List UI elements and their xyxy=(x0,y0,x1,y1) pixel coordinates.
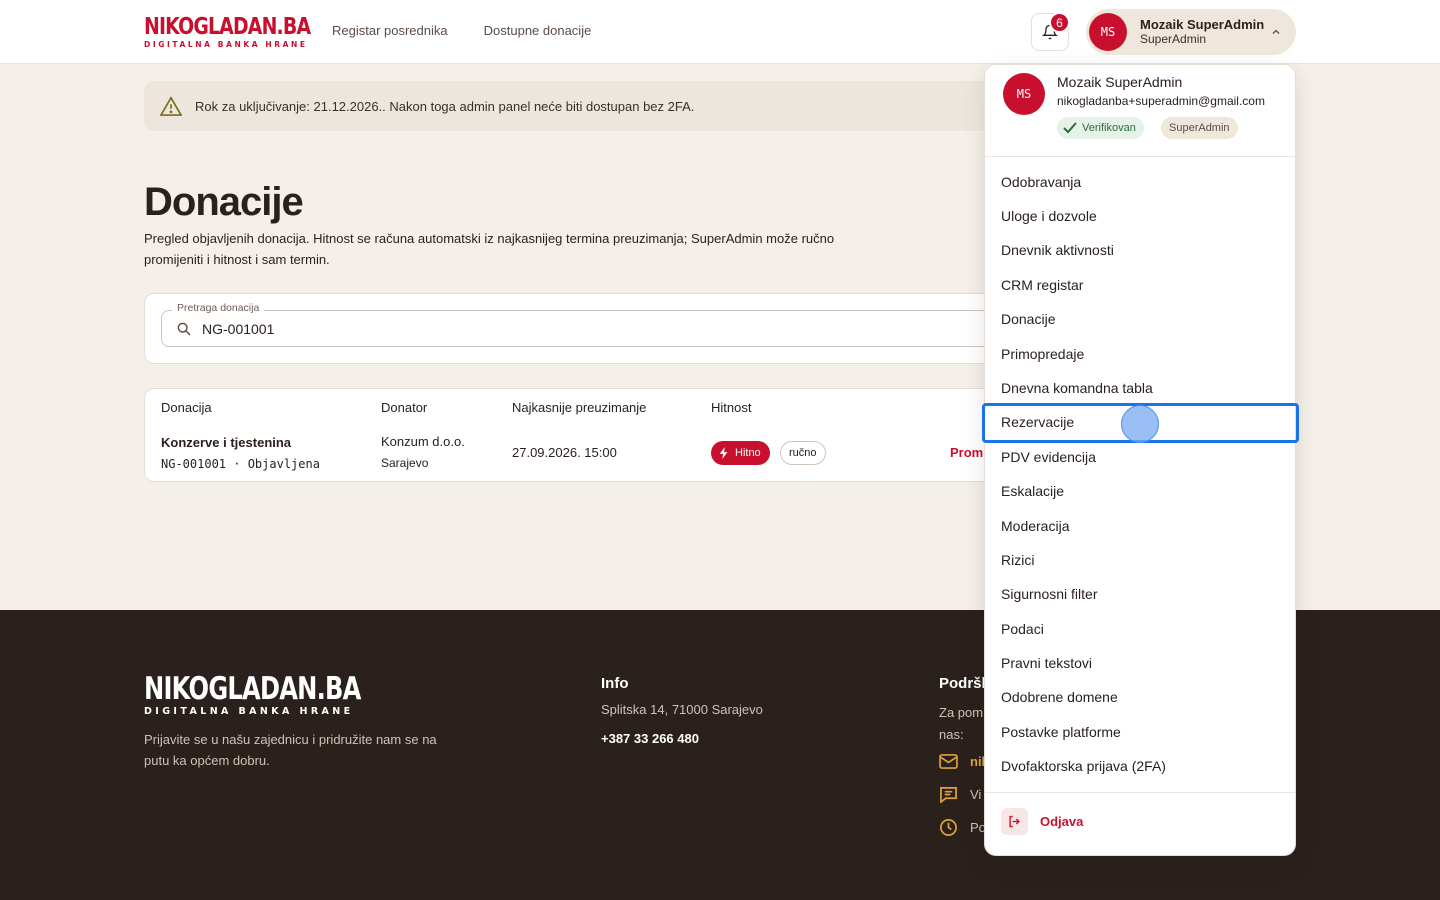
menu-item-primopredaje[interactable]: Primopredaje xyxy=(1001,344,1084,364)
urgency-label: Hitno xyxy=(735,447,761,459)
footer-support-title: Podršk xyxy=(939,675,990,692)
avatar: MS xyxy=(1003,73,1045,115)
pickup-deadline: 27.09.2026. 15:00 xyxy=(512,445,617,460)
footer-phone[interactable]: +387 33 266 480 xyxy=(601,731,699,746)
mail-icon xyxy=(939,754,958,769)
footer-info-title: Info xyxy=(601,675,629,692)
menu-item-pdv-evidencija[interactable]: PDV evidencija xyxy=(1001,447,1096,467)
donation-code: NG-001001 · Objavljena xyxy=(161,457,320,471)
urgency-badge: Hitno xyxy=(711,441,770,465)
user-menu-button[interactable]: MS Mozaik SuperAdmin SuperAdmin xyxy=(1086,9,1296,55)
menu-item-eskalacije[interactable]: Eskalacije xyxy=(1001,481,1064,501)
avatar: MS xyxy=(1089,13,1127,51)
top-header: NIKOGLADAN.BA DIGITALNA BANKA HRANE Regi… xyxy=(0,0,1440,64)
page-description: Pregled objavljenih donacija. Hitnost se… xyxy=(144,231,835,267)
alert-text: Rok za uključivanje: 21.12.2026.. Nakon … xyxy=(195,98,695,114)
user-name: Mozaik SuperAdmin xyxy=(1140,17,1265,32)
menu-item-odobravanja[interactable]: Odobravanja xyxy=(1001,172,1081,192)
column-header-hitnost: Hitnost xyxy=(711,400,752,415)
logo-part-b: GLADAN.BA xyxy=(193,14,311,40)
clock-icon xyxy=(940,819,957,836)
footer-chat-text: Vi xyxy=(970,787,982,802)
donation-title: Konzerve i tjestenina xyxy=(161,435,292,450)
verified-badge: Verifikovan xyxy=(1057,117,1144,139)
user-role: SuperAdmin xyxy=(1140,32,1207,46)
footer-address: Splitska 14, 71000 Sarajevo xyxy=(601,702,763,717)
footer-hours: Po xyxy=(939,818,986,837)
divider xyxy=(985,792,1295,793)
site-logo[interactable]: NIKOGLADAN.BA DIGITALNA BANKA HRANE xyxy=(144,14,347,50)
column-header-donator: Donator xyxy=(381,400,428,415)
donor-name: Konzum d.o.o. xyxy=(381,434,465,449)
footer-logo-text: NIKOGLADAN.BA xyxy=(144,671,361,707)
search-icon xyxy=(177,322,191,336)
dropdown-user-name: Mozaik SuperAdmin xyxy=(1057,74,1183,90)
warning-icon xyxy=(160,96,182,116)
menu-item-uloge-i-dozvole[interactable]: Uloge i dozvole xyxy=(1001,206,1097,226)
lightning-icon xyxy=(719,447,728,459)
chat-icon xyxy=(940,787,957,803)
cursor-indicator xyxy=(1121,405,1159,443)
notification-count-badge: 6 xyxy=(1049,12,1070,33)
footer-chat-link[interactable]: Vi xyxy=(939,786,981,803)
logo-subtitle: DIGITALNA BANKA HRANE xyxy=(144,40,308,49)
divider xyxy=(985,156,1295,157)
dropdown-user-email: nikogladanba+superadmin@gmail.com xyxy=(1057,94,1265,108)
menu-item-odobrene-domene[interactable]: Odobrene domene xyxy=(1001,687,1118,707)
check-icon xyxy=(1063,122,1077,134)
search-value: NG-001001 xyxy=(202,320,275,337)
menu-item-moderacija[interactable]: Moderacija xyxy=(1001,516,1069,536)
search-input[interactable]: Pretraga donacija NG-001001 xyxy=(161,302,1061,347)
change-urgency-link[interactable]: Promi xyxy=(950,445,987,460)
footer-email-text: nil xyxy=(970,754,986,769)
search-label: Pretraga donacija xyxy=(172,302,265,314)
menu-item-2fa[interactable]: Dvofaktorska prijava (2FA) xyxy=(1001,756,1166,776)
menu-item-crm-registar[interactable]: CRM registar xyxy=(1001,275,1083,295)
menu-item-podaci[interactable]: Podaci xyxy=(1001,619,1044,639)
verified-label: Verifikovan xyxy=(1082,122,1136,134)
nav-registar-posrednika[interactable]: Registar posrednika xyxy=(332,23,448,38)
menu-item-donacije[interactable]: Donacije xyxy=(1001,309,1055,329)
footer-logo-subtitle: DIGITALNA BANKA HRANE xyxy=(144,706,354,717)
menu-item-pravni-tekstovi[interactable]: Pravni tekstovi xyxy=(1001,653,1092,673)
menu-item-postavke-platforme[interactable]: Postavke platforme xyxy=(1001,722,1121,742)
page-title: Donacije xyxy=(144,180,304,224)
menu-item-rizici[interactable]: Rizici xyxy=(1001,550,1034,570)
menu-item-dnevna-komandna-tabla[interactable]: Dnevna komandna tabla xyxy=(1001,378,1153,398)
logo-part-a: NIKO xyxy=(144,14,194,40)
column-header-najkasnije: Najkasnije preuzimanje xyxy=(512,400,647,415)
menu-item-sigurnosni-filter[interactable]: Sigurnosni filter xyxy=(1001,584,1098,604)
footer-logo[interactable]: NIKOGLADAN.BA DIGITALNA BANKA HRANE xyxy=(144,671,422,718)
user-dropdown-menu: MS Mozaik SuperAdmin nikogladanba+supera… xyxy=(982,64,1299,856)
donor-city: Sarajevo xyxy=(381,456,429,470)
footer-email-link[interactable]: nil xyxy=(939,754,985,769)
footer-tagline: Prijavite se u našu zajednicu i pridruži… xyxy=(144,732,437,768)
role-badge: SuperAdmin xyxy=(1161,117,1238,139)
2fa-deadline-alert: Rok za uključivanje: 21.12.2026.. Nakon … xyxy=(144,81,1044,131)
chevron-up-icon xyxy=(1272,29,1280,34)
donations-table: Donacija Donator Najkasnije preuzimanje … xyxy=(144,388,1044,482)
logout-icon xyxy=(1001,808,1028,835)
search-card: Pretraga donacija NG-001001 xyxy=(144,293,1061,364)
main-nav: Registar posrednika Dostupne donacije xyxy=(332,23,591,38)
manual-badge: ručno xyxy=(780,441,826,465)
nav-dostupne-donacije[interactable]: Dostupne donacije xyxy=(484,23,592,38)
menu-item-dnevnik-aktivnosti[interactable]: Dnevnik aktivnosti xyxy=(1001,240,1114,260)
column-header-donacija: Donacija xyxy=(161,400,212,415)
logout-button[interactable]: Odjava xyxy=(1001,808,1083,835)
logout-label: Odjava xyxy=(1040,814,1084,829)
